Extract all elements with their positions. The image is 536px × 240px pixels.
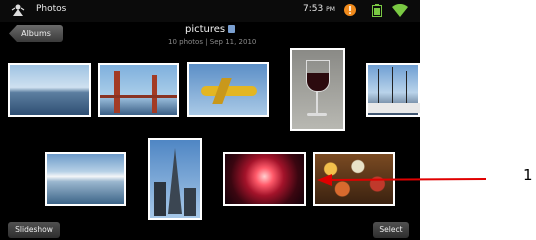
photo-gallery-screen: Photos 7:53 PM Albums pictures 10 photos… [0, 0, 420, 240]
callout-label: 1 [523, 166, 533, 184]
clock-ampm: PM [326, 6, 335, 13]
select-button[interactable]: Select [373, 222, 409, 238]
photo-skyscraper[interactable] [148, 138, 202, 220]
slideshow-button[interactable]: Slideshow [8, 222, 60, 238]
folder-icon [228, 25, 236, 33]
app-title: Photos [36, 4, 67, 14]
folder-title: pictures [185, 24, 236, 35]
photo-harbor-city[interactable] [8, 63, 91, 117]
photo-snowy-lake[interactable] [45, 152, 126, 206]
battery-icon [372, 4, 382, 17]
clock-time: 7:53 [303, 4, 324, 14]
wifi-icon [392, 4, 408, 17]
photo-golden-gate-bridge[interactable] [98, 63, 179, 117]
status-bar: Photos 7:53 PM [0, 0, 420, 22]
photo-sailboats[interactable] [366, 63, 420, 117]
folder-title-text: pictures [185, 24, 226, 35]
gallery-app-icon [11, 4, 25, 16]
albums-back-button[interactable]: Albums [9, 25, 63, 42]
photo-airplane[interactable] [187, 62, 269, 117]
photo-fireworks[interactable] [223, 152, 306, 206]
photo-food-tray[interactable] [313, 152, 395, 206]
photo-wine-glass[interactable] [290, 48, 345, 131]
clock: 7:53 PM [303, 4, 335, 14]
alert-icon [344, 4, 356, 16]
folder-subtitle: 10 photos | Sep 11, 2010 [168, 38, 257, 46]
